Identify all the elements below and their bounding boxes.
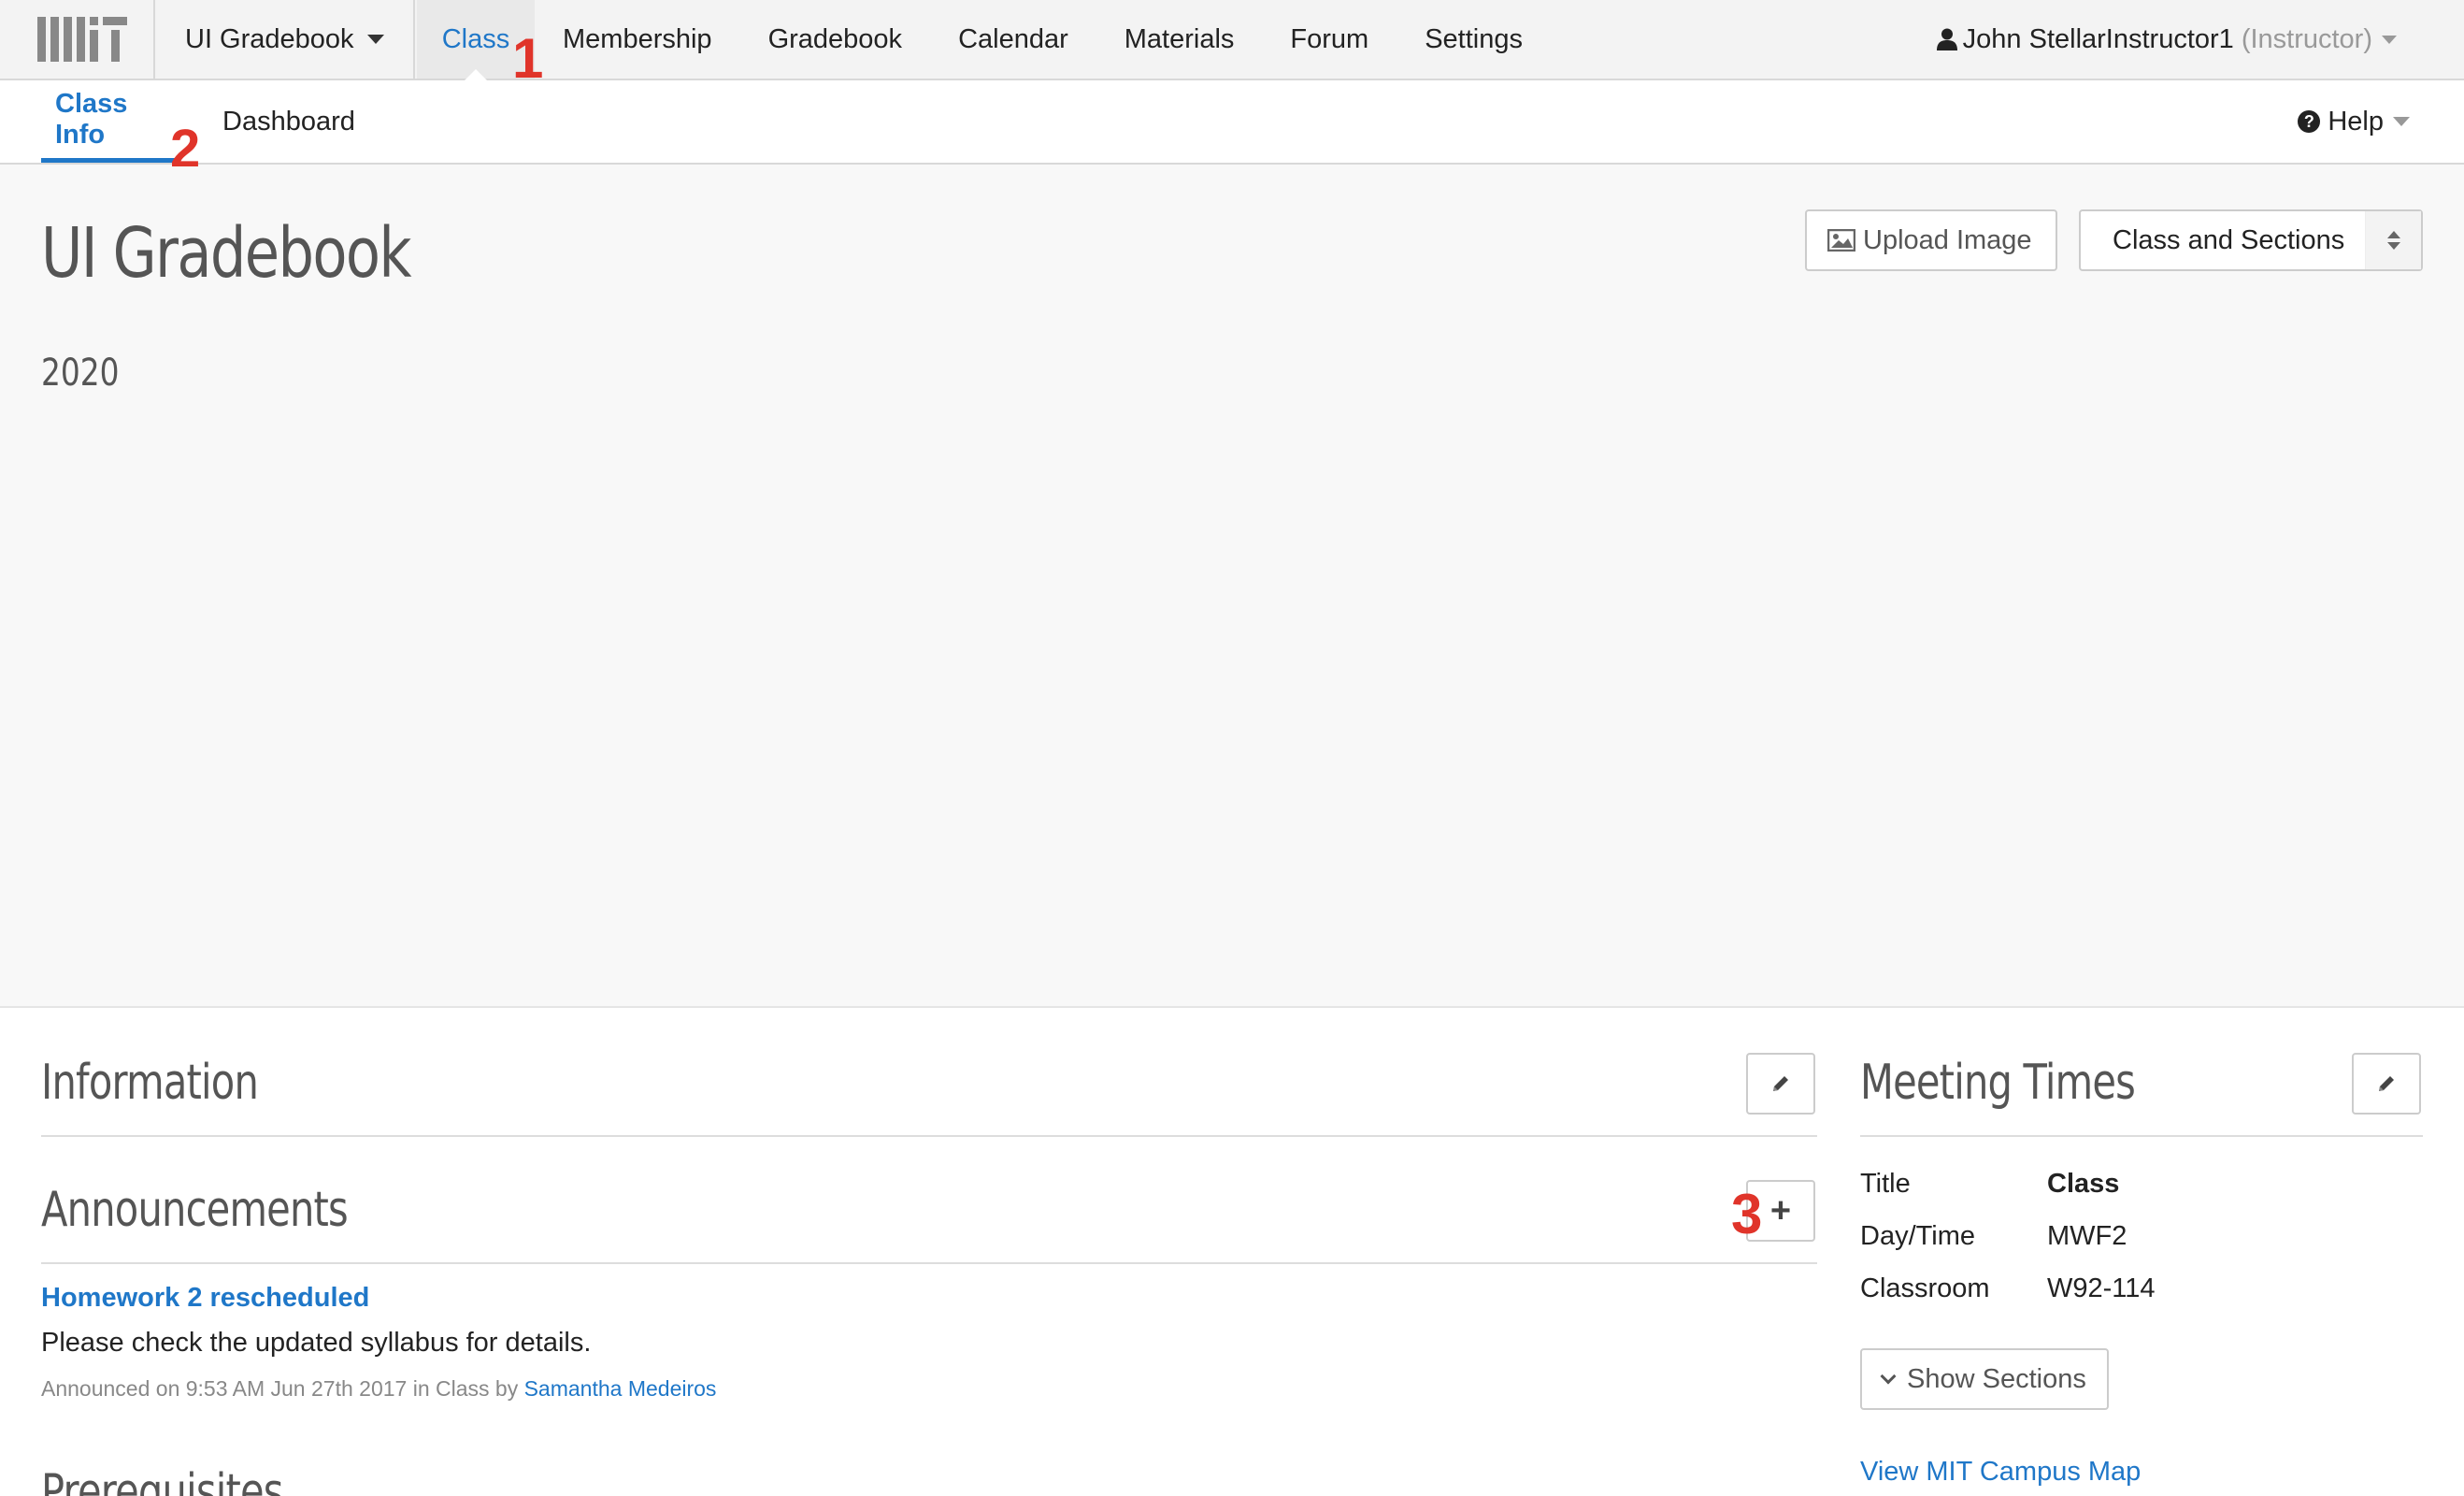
mit-logo-icon xyxy=(37,17,127,62)
meeting-classroom-label: Classroom xyxy=(1860,1273,1990,1303)
pencil-icon xyxy=(1773,1076,1788,1091)
meeting-daytime-value: MWF2 xyxy=(2047,1221,2127,1251)
tab-gradebook[interactable]: Gradebook xyxy=(740,0,931,79)
announcement-meta: Announced on 9:53 AM Jun 27th 2017 in Cl… xyxy=(41,1376,716,1402)
course-dropdown-label: UI Gradebook xyxy=(185,23,354,54)
help-circle-icon: ? xyxy=(2298,110,2321,133)
edit-meeting-times-button[interactable] xyxy=(2352,1053,2421,1115)
tab-label: Materials xyxy=(1124,23,1235,54)
user-menu[interactable]: John StellarInstructor1 (Instructor) xyxy=(1936,0,2397,79)
tab-label: Forum xyxy=(1290,23,1369,54)
announcement-body: Please check the updated syllabus for de… xyxy=(41,1328,592,1358)
meeting-times-heading: Meeting Times xyxy=(1860,1055,2136,1111)
pencil-icon xyxy=(2379,1076,2394,1091)
subtab-class-info[interactable]: Class Info xyxy=(41,80,179,163)
user-icon xyxy=(1936,28,1957,50)
tab-label: Membership xyxy=(563,23,712,54)
image-icon xyxy=(1827,229,1855,252)
announcement-title[interactable]: Homework 2 rescheduled xyxy=(41,1283,369,1314)
class-hero: UI Gradebook 2020 Upload Image Class and… xyxy=(0,166,2464,1006)
sub-nav: Class Info 2 Dashboard ? Help xyxy=(0,80,2464,180)
divider xyxy=(41,1135,1817,1137)
meeting-title-value: Class xyxy=(2047,1169,2120,1199)
chevron-down-icon xyxy=(1880,1368,1897,1385)
meeting-classroom-value: W92-114 xyxy=(2047,1273,2156,1303)
announcement-meta-text: Announced on 9:53 AM Jun 27th 2017 in Cl… xyxy=(41,1376,519,1401)
mit-logo[interactable] xyxy=(0,0,155,79)
upload-image-button[interactable]: Upload Image xyxy=(1805,209,2057,271)
prerequisites-heading: Prerequisites xyxy=(41,1464,283,1496)
main-tabs: Class Membership Gradebook Calendar Mate… xyxy=(417,0,1551,80)
tab-label: Settings xyxy=(1425,23,1523,54)
campus-map-link[interactable]: View MIT Campus Map xyxy=(1860,1457,2141,1488)
plus-icon: + xyxy=(1769,1190,1792,1230)
caret-down-icon xyxy=(366,35,384,44)
tab-calendar[interactable]: Calendar xyxy=(930,0,1096,79)
tab-label: Calendar xyxy=(958,23,1068,54)
divider xyxy=(1860,1135,2423,1137)
subtab-dashboard[interactable]: Dashboard xyxy=(222,80,355,163)
announcements-heading: Announcements xyxy=(41,1182,349,1238)
tab-forum[interactable]: Forum xyxy=(1262,0,1397,79)
tab-label: Gradebook xyxy=(767,23,903,54)
tab-settings[interactable]: Settings xyxy=(1397,0,1551,79)
user-role: (Instructor) xyxy=(2241,23,2372,54)
help-menu[interactable]: ? Help xyxy=(2298,80,2410,163)
page-title: UI Gradebook xyxy=(41,213,411,294)
divider xyxy=(41,1262,1817,1264)
top-nav: UI Gradebook Class Membership Gradebook … xyxy=(0,0,2464,90)
class-info-content: Information Announcements + 3 Homework 2… xyxy=(0,1006,2464,1496)
annotation-marker-3: 3 xyxy=(1731,1183,1763,1245)
class-sections-select[interactable]: Class and Sections xyxy=(2079,209,2423,271)
class-sections-value: Class and Sections xyxy=(2113,224,2345,255)
meeting-title-label: Title xyxy=(1860,1169,1911,1199)
subtab-label: Dashboard xyxy=(222,106,355,137)
sort-arrows-icon xyxy=(2365,211,2421,269)
show-sections-button[interactable]: Show Sections xyxy=(1860,1348,2109,1410)
subtab-label: Class Info xyxy=(55,88,128,150)
user-name: John StellarInstructor1 xyxy=(1962,23,2234,54)
announcement-author-link[interactable]: Samantha Medeiros xyxy=(524,1376,717,1401)
tab-label: Class xyxy=(441,23,510,54)
edit-information-button[interactable] xyxy=(1746,1053,1815,1115)
tab-materials[interactable]: Materials xyxy=(1096,0,1263,79)
caret-down-icon xyxy=(2393,117,2410,126)
meeting-daytime-label: Day/Time xyxy=(1860,1221,1975,1251)
information-heading: Information xyxy=(41,1055,259,1111)
caret-down-icon xyxy=(2382,35,2397,44)
class-year: 2020 xyxy=(41,352,120,395)
upload-image-label: Upload Image xyxy=(1863,224,2032,255)
show-sections-label: Show Sections xyxy=(1907,1363,2086,1394)
course-dropdown[interactable]: UI Gradebook xyxy=(157,0,415,79)
help-label: Help xyxy=(2328,106,2384,137)
tab-membership[interactable]: Membership xyxy=(535,0,740,79)
